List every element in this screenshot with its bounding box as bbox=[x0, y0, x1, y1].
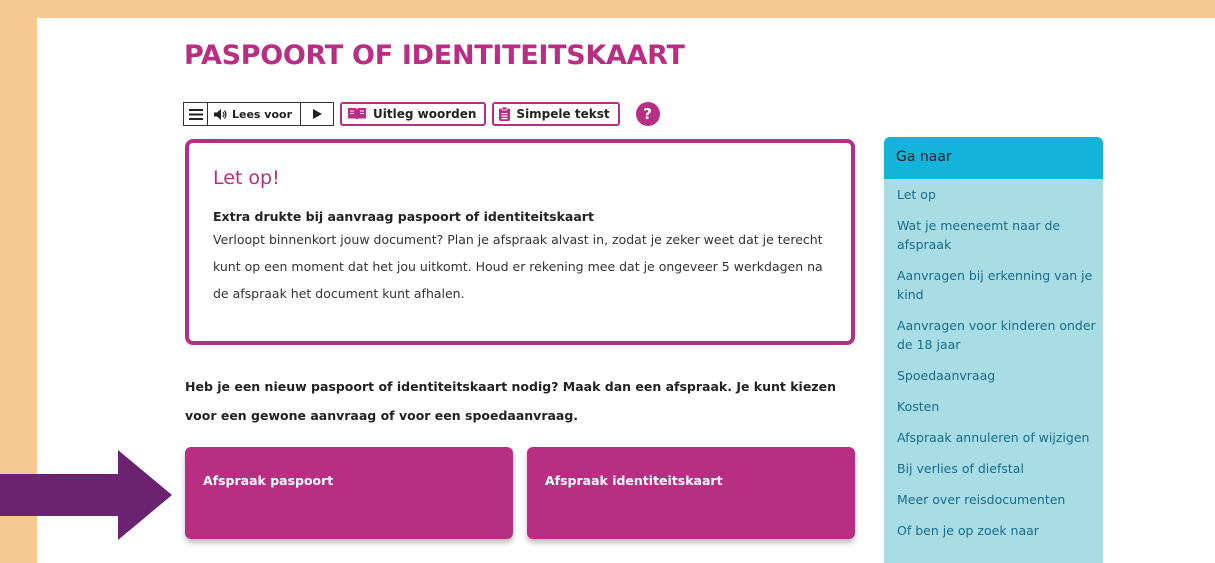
arrow-right-icon bbox=[0, 450, 172, 540]
goto-link[interactable]: Meer over reisdocumenten bbox=[897, 490, 1103, 509]
readspeaker-toolbar: Lees voor Uitleg woorden Simpele tekst ? bbox=[183, 102, 660, 126]
goto-link[interactable]: Spoedaanvraag bbox=[897, 366, 1103, 385]
notice-body: Verloopt binnenkort jouw document? Plan … bbox=[213, 232, 823, 301]
goto-link[interactable]: Kosten bbox=[897, 397, 1103, 416]
simple-text-label: Simpele tekst bbox=[516, 107, 610, 121]
notice-box: Let op! Extra drukte bij aanvraag paspoo… bbox=[185, 139, 855, 345]
goto-link[interactable]: Of ben je op zoek naar bbox=[897, 521, 1103, 540]
notice-title: Let op! bbox=[213, 167, 280, 189]
goto-link[interactable]: Aanvragen voor kinderen onder de 18 jaar bbox=[897, 316, 1103, 354]
help-icon[interactable]: ? bbox=[635, 102, 660, 126]
simple-text-button[interactable]: Simpele tekst bbox=[492, 102, 620, 126]
book-icon bbox=[348, 108, 367, 120]
goto-link[interactable]: Aanvragen bij erkenning van je kind bbox=[897, 266, 1103, 304]
speaker-icon bbox=[214, 108, 227, 120]
hamburger-icon[interactable] bbox=[184, 103, 208, 125]
read-aloud-label: Lees voor bbox=[232, 107, 293, 121]
page-title: PASPOORT OF IDENTITEITSKAART bbox=[184, 40, 685, 71]
passport-appointment-card[interactable]: Afspraak paspoort bbox=[185, 447, 513, 539]
goto-link[interactable]: Afspraak annuleren of wijzigen bbox=[897, 428, 1103, 447]
id-card-appointment-label: Afspraak identiteitskaart bbox=[545, 473, 723, 488]
id-card-appointment-card[interactable]: Afspraak identiteitskaart bbox=[527, 447, 855, 539]
goto-link[interactable]: Bij verlies of diefstal bbox=[897, 459, 1103, 478]
play-icon bbox=[312, 109, 322, 119]
intro-text: Heb je een nieuw paspoort of identiteits… bbox=[185, 379, 836, 423]
play-button[interactable] bbox=[301, 103, 333, 125]
goto-sidebar: Ga naar Let op Wat je meeneemt naar de a… bbox=[884, 137, 1103, 563]
passport-appointment-label: Afspraak paspoort bbox=[203, 473, 334, 488]
explain-words-label: Uitleg woorden bbox=[373, 107, 477, 121]
goto-link[interactable]: Wat je meeneemt naar de afspraak bbox=[897, 216, 1103, 254]
goto-sidebar-title: Ga naar bbox=[884, 137, 1103, 179]
notice-heading: Extra drukte bij aanvraag paspoort of id… bbox=[213, 209, 594, 224]
explain-words-button[interactable]: Uitleg woorden bbox=[340, 102, 487, 126]
clipboard-icon bbox=[499, 107, 511, 121]
goto-list: Let op Wat je meeneemt naar de afspraak … bbox=[884, 179, 1103, 540]
read-aloud-button[interactable]: Lees voor bbox=[208, 103, 302, 125]
readspeaker-group: Lees voor bbox=[183, 102, 335, 126]
goto-link[interactable]: Let op bbox=[897, 185, 1103, 204]
